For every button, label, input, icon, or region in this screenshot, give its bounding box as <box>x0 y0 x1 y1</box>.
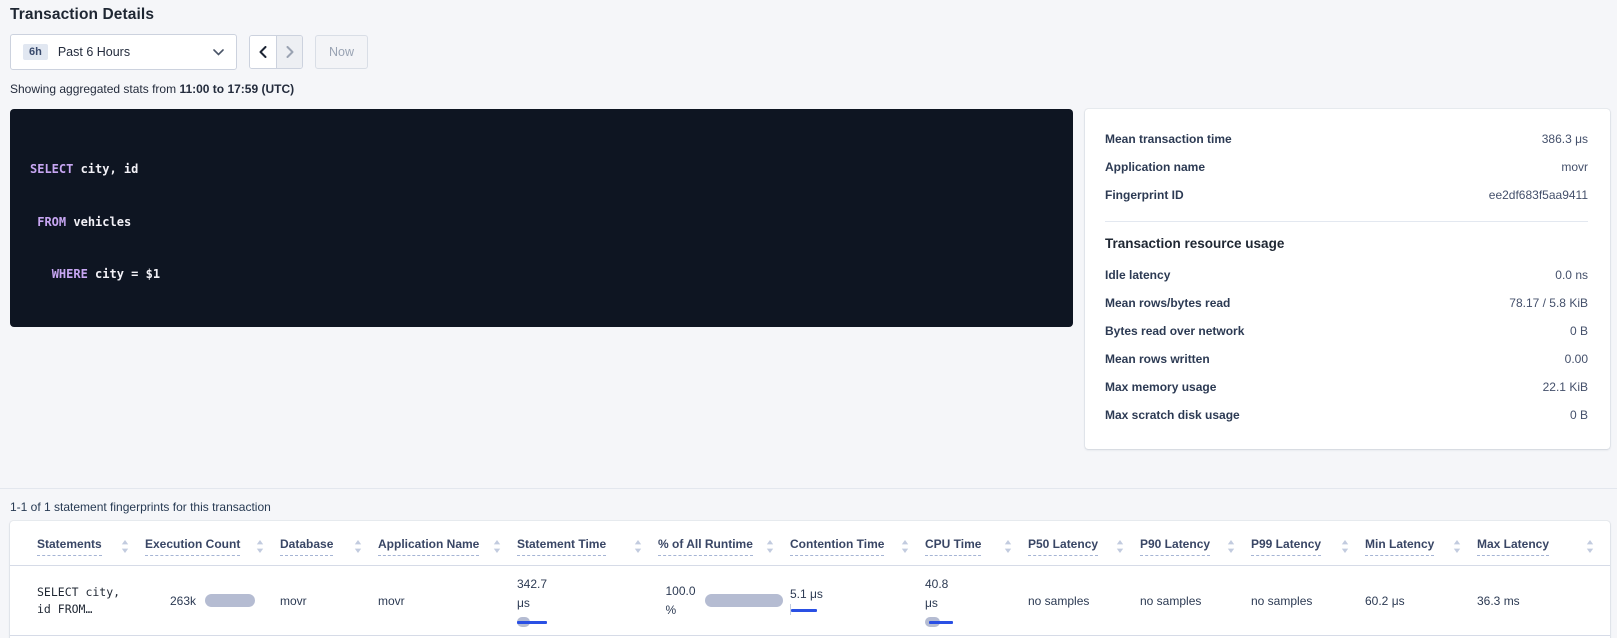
resource-row: Mean rows/bytes read 78.17 / 5.8 KiB <box>1105 289 1588 317</box>
sort-icon <box>1227 540 1235 553</box>
sort-icon <box>766 540 774 553</box>
column-header-cpu-time[interactable]: CPU Time <box>925 537 1028 565</box>
column-header-application-name[interactable]: Application Name <box>378 537 517 565</box>
column-header-statements[interactable]: Statements <box>37 537 145 565</box>
contention-time-bar <box>790 605 818 615</box>
execution-count-bar <box>205 594 255 607</box>
column-header-max-latency[interactable]: Max Latency <box>1477 537 1610 565</box>
column-header-p90-latency[interactable]: P90 Latency <box>1140 537 1251 565</box>
column-header-p99-latency[interactable]: P99 Latency <box>1251 537 1365 565</box>
resource-usage-title: Transaction resource usage <box>1105 236 1588 251</box>
column-header-min-latency[interactable]: Min Latency <box>1365 537 1477 565</box>
sort-icon <box>1341 540 1349 553</box>
cell-statement-time: 342.7 μs <box>517 566 658 635</box>
summary-row: Fingerprint ID ee2df683f5aa9411 <box>1105 181 1588 209</box>
main-section: SELECT city, id FROM vehicles WHERE city… <box>10 109 1610 449</box>
cell-runtime-pct: 100.0 % <box>658 566 790 635</box>
cell-p99-latency: no samples <box>1251 566 1365 635</box>
sort-icon <box>634 540 642 553</box>
sort-icon <box>256 540 264 553</box>
statement-link[interactable]: SELECT city, id FROM… <box>37 584 145 618</box>
column-header-execution-count[interactable]: Execution Count <box>145 537 280 565</box>
time-range-badge: 6h <box>23 44 48 60</box>
sort-icon <box>1453 540 1461 553</box>
transaction-details-page: Transaction Details 6h Past 6 Hours Now … <box>0 0 1617 638</box>
cell-statements: SELECT city, id FROM… <box>37 566 145 635</box>
now-button[interactable]: Now <box>315 35 368 69</box>
sort-icon <box>1586 540 1594 553</box>
column-header-contention-time[interactable]: Contention Time <box>790 537 925 565</box>
sql-statement: SELECT city, id FROM vehicles WHERE city… <box>10 109 1073 327</box>
summary-row: Mean transaction time 386.3 μs <box>1105 125 1588 153</box>
card-divider <box>1105 221 1588 222</box>
cell-p90-latency: no samples <box>1140 566 1251 635</box>
table-row: SELECT city, id FROM… 263k movr movr 342… <box>10 566 1610 636</box>
column-header-runtime-pct[interactable]: % of All Runtime <box>658 537 790 565</box>
cell-execution-count: 263k <box>145 566 280 635</box>
runtime-pct-bar <box>705 594 783 607</box>
resource-row: Mean rows written 0.00 <box>1105 345 1588 373</box>
resource-row: Bytes read over network 0 B <box>1105 317 1588 345</box>
column-header-statement-time[interactable]: Statement Time <box>517 537 658 565</box>
sort-icon <box>493 540 501 553</box>
chevron-down-icon <box>213 49 224 56</box>
resource-row: Max memory usage 22.1 KiB <box>1105 373 1588 401</box>
cell-p50-latency: no samples <box>1028 566 1140 635</box>
cpu-time-bar <box>925 617 955 627</box>
summary-row: Application name movr <box>1105 153 1588 181</box>
cell-cpu-time: 40.8 μs <box>925 566 1028 635</box>
cell-max-latency: 36.3 ms <box>1477 566 1610 635</box>
aggregation-range-text: Showing aggregated stats from 11:00 to 1… <box>10 82 1610 96</box>
cell-application-name: movr <box>378 566 517 635</box>
cell-database: movr <box>280 566 378 635</box>
time-range-label: Past 6 Hours <box>58 45 213 59</box>
prev-interval-button[interactable] <box>250 36 276 68</box>
chevron-right-icon <box>286 46 294 58</box>
resource-row: Max scratch disk usage 0 B <box>1105 401 1588 429</box>
time-step-buttons <box>249 35 303 69</box>
sort-icon <box>121 540 129 553</box>
column-header-p50-latency[interactable]: P50 Latency <box>1028 537 1140 565</box>
sort-icon <box>901 540 909 553</box>
cell-min-latency: 60.2 μs <box>1365 566 1477 635</box>
column-header-database[interactable]: Database <box>280 537 378 565</box>
sort-icon <box>1004 540 1012 553</box>
transaction-summary-card: Mean transaction time 386.3 μs Applicati… <box>1085 109 1610 449</box>
table-caption: 1-1 of 1 statement fingerprints for this… <box>10 500 1610 514</box>
section-divider <box>0 488 1617 489</box>
time-controls: 6h Past 6 Hours Now <box>10 34 1610 70</box>
next-interval-button[interactable] <box>276 36 302 68</box>
table-header-row: Statements Execution Count Database Appl… <box>10 521 1610 566</box>
time-range-dropdown[interactable]: 6h Past 6 Hours <box>10 34 237 70</box>
cell-contention-time: 5.1 μs <box>790 566 925 635</box>
sort-icon <box>1116 540 1124 553</box>
statement-time-bar <box>517 617 549 627</box>
chevron-left-icon <box>259 46 267 58</box>
sort-icon <box>354 540 362 553</box>
statements-table: Statements Execution Count Database Appl… <box>10 521 1610 638</box>
page-title: Transaction Details <box>10 6 1610 24</box>
resource-row: Idle latency 0.0 ns <box>1105 261 1588 289</box>
